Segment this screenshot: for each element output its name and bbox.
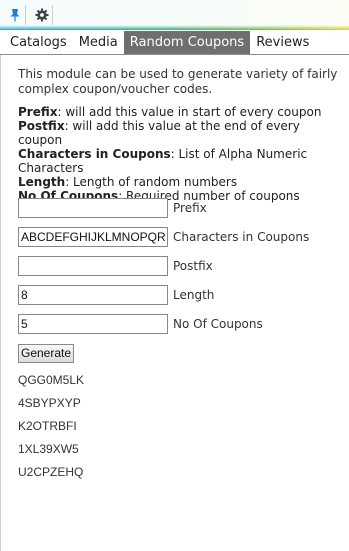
postfix-label: Postfix: [173, 259, 213, 273]
characters-row: Characters in Coupons: [18, 227, 309, 247]
postfix-row: Postfix: [18, 256, 213, 276]
help-term: Characters in Coupons: [18, 147, 171, 161]
help-term: Prefix: [18, 105, 58, 119]
gear-icon: [35, 8, 48, 22]
tab-random-coupons[interactable]: Random Coupons: [123, 31, 251, 54]
tab-reviews[interactable]: Reviews: [250, 31, 315, 54]
generated-codes-list: QGG0M5LK 4SBYPXYP K2OTRBFI 1XL39XW5 U2CP…: [18, 373, 84, 488]
coupon-code: 4SBYPXYP: [18, 396, 81, 410]
characters-label: Characters in Coupons: [173, 230, 310, 244]
pin-icon: [10, 9, 19, 22]
coupon-code: 1XL39XW5: [18, 442, 79, 456]
coupon-code: K2OTRBFI: [18, 419, 77, 433]
settings-button[interactable]: [31, 5, 53, 25]
count-input[interactable]: [18, 314, 168, 334]
intro-text: This module can be used to generate vari…: [18, 67, 338, 96]
length-label: Length: [173, 288, 215, 302]
help-desc: : Length of random numbers: [65, 175, 238, 189]
coupon-code: U2CPZEHQ: [18, 465, 84, 479]
help-term: Postfix: [18, 119, 65, 133]
top-toolbar: [0, 0, 349, 30]
length-input[interactable]: [18, 285, 168, 305]
length-row: Length: [18, 285, 214, 305]
generate-button[interactable]: Generate: [18, 344, 75, 363]
help-term: Length: [18, 175, 66, 189]
tab-bar: Catalogs Media Random Coupons Reviews: [0, 30, 349, 55]
tab-media[interactable]: Media: [73, 31, 124, 54]
coupon-code: QGG0M5LK: [18, 373, 85, 387]
characters-input[interactable]: [18, 227, 168, 247]
help-length: Length: Length of random numbers: [18, 175, 346, 189]
count-label: No Of Coupons: [173, 317, 263, 331]
prefix-input[interactable]: [18, 198, 168, 218]
random-coupons-panel: This module can be used to generate vari…: [0, 55, 349, 551]
count-row: No Of Coupons: [18, 314, 263, 334]
pin-button[interactable]: [4, 5, 26, 25]
help-prefix: Prefix: will add this value in start of …: [18, 105, 346, 119]
postfix-input[interactable]: [18, 256, 168, 276]
prefix-row: Prefix: [18, 198, 207, 218]
help-desc: : will add this value in start of every …: [57, 105, 322, 119]
help-characters: Characters in Coupons: List of Alpha Num…: [18, 147, 346, 175]
help-postfix: Postfix: will add this value at the end …: [18, 119, 346, 147]
prefix-label: Prefix: [173, 201, 207, 215]
field-help: Prefix: will add this value in start of …: [18, 105, 346, 203]
tab-catalogs[interactable]: Catalogs: [4, 31, 73, 54]
